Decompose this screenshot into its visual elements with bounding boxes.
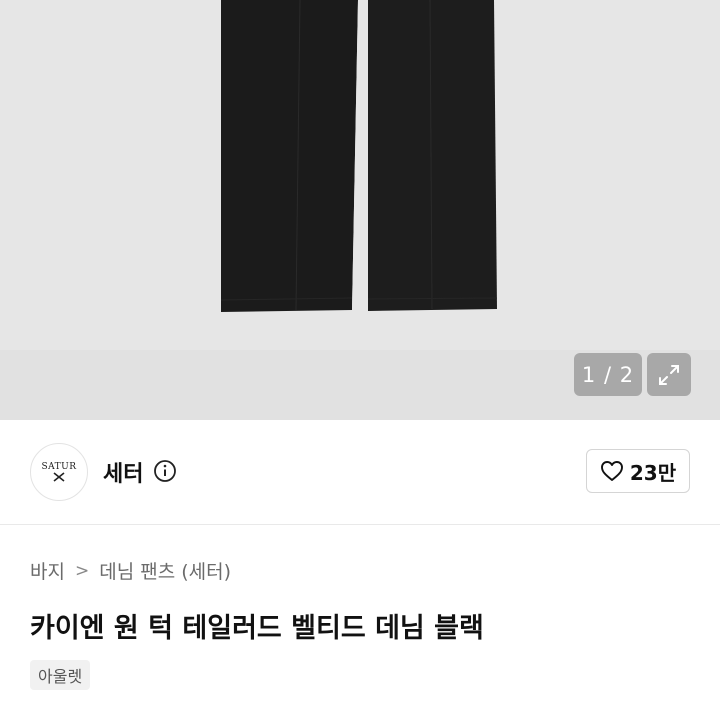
info-icon[interactable] <box>153 459 177 483</box>
product-title: 카이엔 원 턱 테일러드 벨티드 데님 블랙 <box>30 613 484 644</box>
avatar-logo-text: SATUR <box>41 462 77 472</box>
store-name[interactable]: 세터 <box>103 456 143 488</box>
product-image-gallery[interactable]: 1 / 2 <box>0 0 720 420</box>
outlet-tag: 아울렛 <box>30 660 91 690</box>
like-button[interactable]: 23만 <box>586 449 690 493</box>
crossed-logo-icon <box>53 472 65 482</box>
expand-icon <box>659 364 679 385</box>
like-count: 23만 <box>629 460 677 485</box>
breadcrumb-item-category[interactable]: 바지 <box>30 557 65 584</box>
breadcrumb-item-subcategory[interactable]: 데님 팬츠 (세터) <box>99 557 231 584</box>
expand-image-button[interactable] <box>647 353 691 396</box>
breadcrumb: 바지 > 데님 팬츠 (세터) <box>30 557 231 584</box>
image-page-indicator: 1 / 2 <box>574 353 642 396</box>
heart-icon <box>600 461 623 481</box>
store-avatar[interactable]: SATUR <box>30 443 88 501</box>
breadcrumb-separator: > <box>74 560 90 581</box>
store-info-row: SATUR 세터 23만 <box>0 420 720 525</box>
